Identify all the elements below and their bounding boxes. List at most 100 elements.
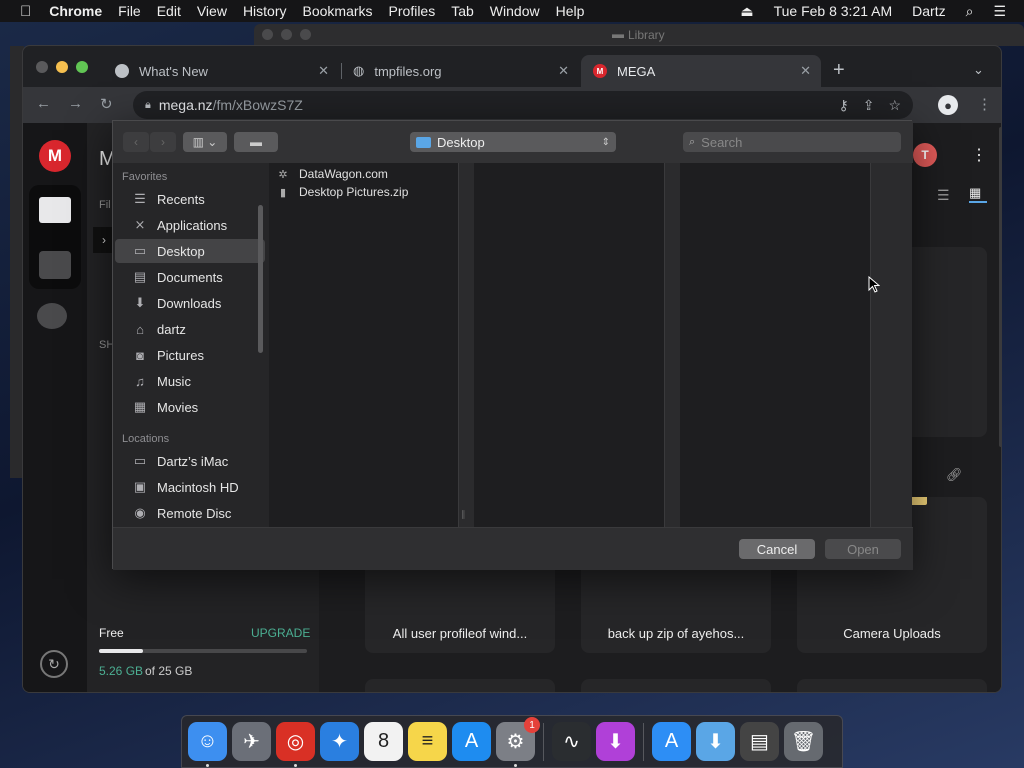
menu-app-name[interactable]: Chrome (41, 3, 110, 19)
home-icon: ⌂ (136, 321, 144, 337)
sidebar-item-label: Applications (157, 217, 228, 233)
cancel-button[interactable]: Cancel (739, 539, 815, 559)
file-row-datawagon[interactable]: ✲ DataWagon.com (269, 165, 458, 183)
activity-monitor-icon[interactable]: ∿ (552, 722, 591, 761)
file-row-desktop-pictures-zip[interactable]: ▮ Desktop Pictures.zip (269, 183, 458, 201)
open-button[interactable]: Open (825, 539, 901, 559)
sidebar-item-label: dartz (157, 321, 186, 337)
appstore-icon[interactable]: A (452, 722, 491, 761)
menu-edit[interactable]: Edit (149, 3, 189, 19)
column-resize-handle[interactable]: ∥ (461, 509, 466, 520)
upgrade-link[interactable]: UPGRADE (251, 626, 310, 640)
menu-bookmarks[interactable]: Bookmarks (295, 3, 381, 19)
link-icon[interactable]: 🔗︎ (946, 467, 963, 483)
search-icon: ⌕ (689, 135, 696, 148)
sidebar-item-remote-disc[interactable]: ◉ Remote Disc (115, 501, 265, 525)
menu-view[interactable]: View (189, 3, 235, 19)
bg-zoom-button[interactable] (300, 29, 311, 40)
bookmark-star-icon[interactable]: ☆ (888, 97, 901, 114)
bg-close-button[interactable] (262, 29, 273, 40)
tab-close-icon[interactable]: ✕ (800, 63, 811, 79)
finder-icon[interactable]: ☺ (188, 722, 227, 767)
file-name: DataWagon.com (299, 167, 388, 181)
sidebar-item-recents[interactable]: ☰ Recents (115, 187, 265, 211)
back-arrow-icon[interactable]: ← (36, 95, 51, 112)
search-field[interactable]: ⌕ Search (683, 132, 901, 152)
tab-whats-new[interactable]: What's New ✕ (103, 55, 339, 87)
sidebar-scrollbar[interactable] (258, 205, 263, 353)
control-center-icon[interactable]: ☰ (985, 3, 1014, 20)
new-folder-icon[interactable]: ▬ (234, 132, 278, 152)
forward-arrow-icon[interactable]: → (68, 95, 83, 112)
sidebar-item-downloads[interactable]: ⬇ Downloads (115, 291, 265, 315)
bg-minimize-button[interactable] (281, 29, 292, 40)
more-vertical-icon[interactable]: ⋮ (971, 145, 987, 165)
sidebar-item-imac[interactable]: ▭ Dartz’s iMac (115, 449, 265, 473)
sidebar-item-applications[interactable]: ⨯ Applications (115, 213, 265, 237)
key-icon[interactable]: ⚷ (838, 97, 848, 114)
back-chevron-icon[interactable]: ‹ (123, 132, 149, 152)
folder-card[interactable] (581, 679, 771, 692)
apple-menu-icon[interactable]:  (0, 3, 41, 20)
sidebar-item-home[interactable]: ⌂ dartz (115, 317, 265, 341)
sidebar-item-documents[interactable]: ▤ Documents (115, 265, 265, 289)
sidebar-item-desktop[interactable]: ▭ Desktop (115, 239, 265, 263)
window-close-button[interactable] (36, 61, 48, 73)
cloud-drive-folder-icon[interactable] (39, 197, 71, 223)
dialog-sidebar: Favorites ☰ Recents ⨯ Applications ▭ Deskto… (113, 163, 269, 527)
vertical-scrollbar[interactable] (999, 127, 1001, 447)
menu-file[interactable]: File (110, 3, 149, 19)
chat-bubbles-icon[interactable] (37, 303, 67, 329)
tab-close-icon[interactable]: ✕ (318, 63, 329, 79)
calendar-icon[interactable]: 8 (364, 722, 403, 761)
tab-mega[interactable]: M MEGA ✕ (581, 55, 821, 87)
sidebar-item-pictures[interactable]: ◙ Pictures (115, 343, 265, 367)
tab-close-icon[interactable]: ✕ (558, 63, 569, 79)
folder-card[interactable] (797, 679, 987, 692)
view-mode-columns-icon[interactable]: ▥ ⌄ (183, 132, 227, 152)
system-preferences-icon[interactable]: ⚙ 1 (496, 717, 540, 767)
eject-icon[interactable]: ⏏ (732, 3, 761, 20)
tab-search-chevron-icon[interactable]: ⌄ (973, 62, 984, 78)
menu-help[interactable]: Help (548, 3, 593, 19)
downloads-folder-icon[interactable]: ⬇ (696, 722, 735, 761)
menu-history[interactable]: History (235, 3, 295, 19)
forward-chevron-icon[interactable]: › (150, 132, 176, 152)
reload-icon[interactable]: ↻ (100, 95, 113, 113)
dock: ☺ ✈ ◎ ✦ 8 ≡ A ⚙ 1 ∿ ⬇ A ⬇ ▤ 🗑 (181, 715, 843, 768)
notes-icon[interactable]: ≡ (408, 722, 447, 761)
window-zoom-button[interactable] (76, 61, 88, 73)
folder-name: back up zip of ayehos... (607, 626, 745, 641)
sidebar-item-movies[interactable]: ▦ Movies (115, 395, 265, 419)
folder-card[interactable] (365, 679, 555, 692)
chrome-menu-icon[interactable]: ⋮ (977, 95, 992, 113)
window-minimize-button[interactable] (56, 61, 68, 73)
sidebar-item-music[interactable]: ♫ Music (115, 369, 265, 393)
safari-icon[interactable]: ✦ (320, 722, 359, 761)
user-avatar[interactable]: T (913, 143, 937, 167)
trash-icon[interactable]: 🗑 (784, 722, 823, 761)
menu-window[interactable]: Window (482, 3, 548, 19)
sidebar-item-macintosh-hd[interactable]: ▣ Macintosh HD (115, 475, 265, 499)
grid-view-icon[interactable]: ▦ (969, 185, 987, 203)
menu-clock[interactable]: Tue Feb 8 3:21 AM (766, 3, 901, 19)
location-popup[interactable]: Desktop ⇕ (410, 132, 616, 152)
sync-icon[interactable]: ↻ (40, 650, 68, 678)
photos-icon[interactable] (39, 251, 71, 279)
menu-user[interactable]: Dartz (904, 3, 953, 19)
address-bar[interactable]: 🔒︎ mega.nz /fm/xBowzS7Z ⚷ ⇪ ☆ (133, 91, 913, 119)
mega-logo[interactable]: M (39, 140, 71, 172)
list-view-icon[interactable]: ☰ (937, 187, 950, 204)
installer-icon[interactable]: ⬇ (596, 722, 635, 761)
launchpad-icon[interactable]: ✈ (232, 722, 271, 761)
chrome-icon[interactable]: ◎ (276, 722, 315, 767)
profile-avatar-icon[interactable]: ● (938, 95, 958, 115)
new-tab-plus-icon[interactable]: + (833, 59, 845, 82)
tab-tmpfiles[interactable]: ◍ tmpfiles.org ✕ (343, 55, 579, 87)
menu-tab[interactable]: Tab (443, 3, 482, 19)
spotlight-search-icon[interactable]: ⌕ (958, 3, 982, 20)
menu-profiles[interactable]: Profiles (381, 3, 444, 19)
share-icon[interactable]: ⇪ (863, 97, 875, 114)
documents-stack-icon[interactable]: ▤ (740, 722, 779, 761)
applications-folder-icon[interactable]: A (652, 722, 691, 761)
